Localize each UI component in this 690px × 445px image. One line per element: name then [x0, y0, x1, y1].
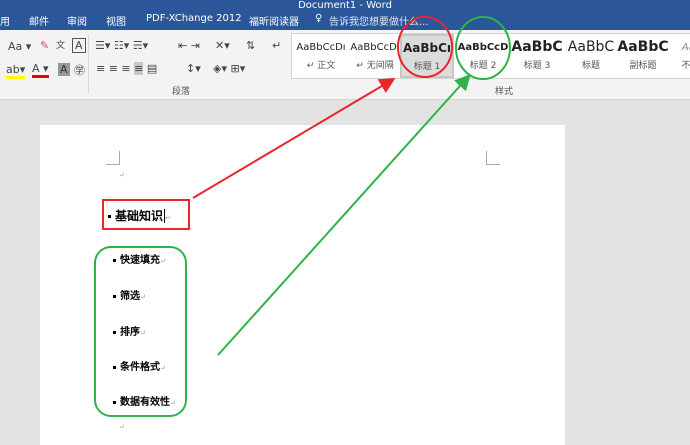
green-arrow	[217, 74, 471, 356]
green-circle-annotation	[455, 16, 511, 80]
red-arrow	[192, 77, 396, 199]
annotation-overlay	[94, 16, 511, 417]
red-box-annotation	[102, 199, 190, 230]
green-box-annotation	[94, 246, 187, 417]
red-circle-annotation	[397, 16, 453, 78]
